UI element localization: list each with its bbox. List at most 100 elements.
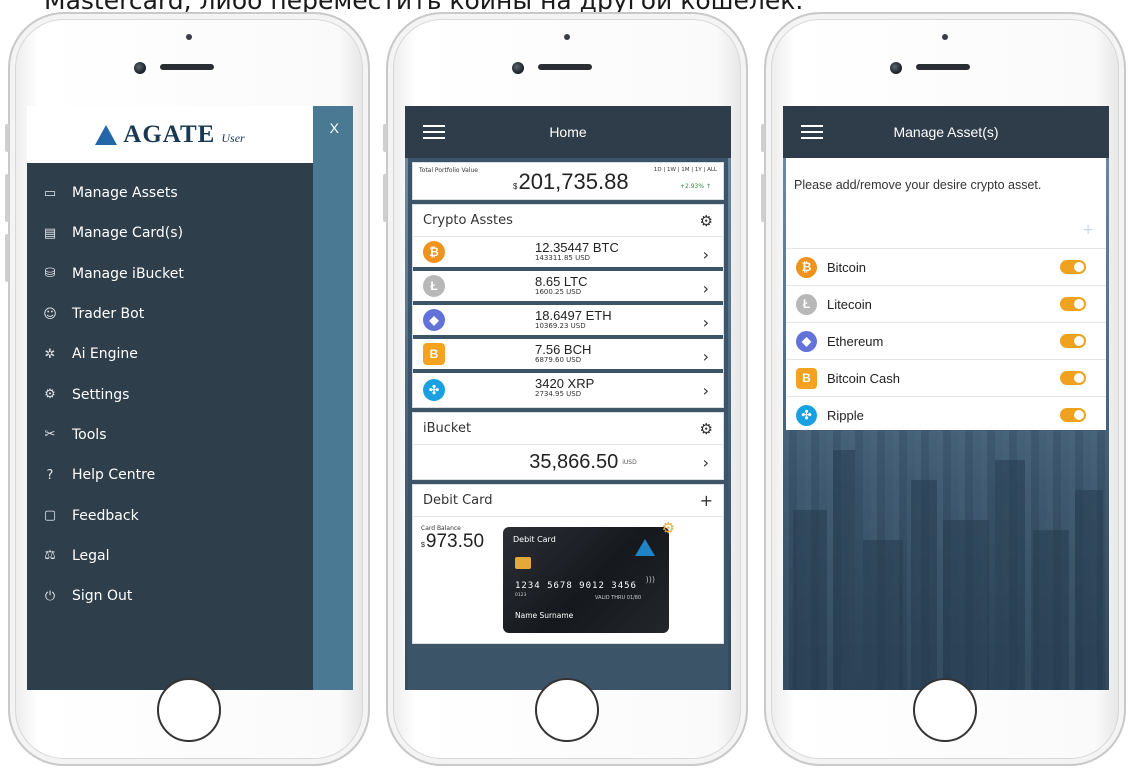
home-header: Home — [405, 106, 731, 158]
menu-item[interactable]: ▤ Manage Card(s) — [27, 213, 313, 253]
manage-asset-row: ✣ Ripple — [786, 396, 1106, 433]
menu-item-label: Sign Out — [72, 588, 133, 605]
asset-amount: 3420 XRP — [535, 376, 595, 391]
add-card-button[interactable]: + — [700, 491, 713, 510]
crypto-assets-header: Crypto Asstes ⚙ — [413, 205, 723, 237]
asset-usd-value: 2734.95 USD — [535, 390, 582, 398]
menu-item-label: Help Centre — [72, 467, 156, 484]
menu-item[interactable]: ✂ Tools — [27, 415, 313, 455]
debit-card-image[interactable]: Debit Card ⚙ ))) 1234 5678 9012 3456 012… — [503, 519, 675, 633]
asset-row[interactable]: B 7.56 BCH 6879.60 USD › — [413, 339, 723, 373]
page-title: Home — [549, 124, 587, 140]
section-title: iBucket — [423, 421, 472, 436]
wallet-icon: ▭ — [43, 185, 57, 201]
volume-up-button — [5, 174, 9, 222]
card-settings-gear-icon[interactable]: ⚙ — [662, 519, 675, 537]
power-icon: ⏻ — [44, 588, 56, 604]
asset-text: 3420 XRP 2734.95 USD — [535, 377, 594, 399]
home-button[interactable] — [535, 678, 599, 742]
scales-icon: ⚖ — [44, 548, 56, 564]
asset-name: Litecoin — [827, 296, 872, 312]
manage-asset-list: ₿ Bitcoin Ł Litecoin ◆ Ethereum B Bitcoin Cash ✣… — [786, 248, 1106, 433]
asset-toggle[interactable] — [1060, 334, 1086, 348]
network-icon: ✲ — [44, 346, 56, 362]
asset-amount: 8.65 LTC — [535, 274, 588, 289]
close-drawer-button[interactable]: X — [330, 120, 339, 136]
page-title: Manage Asset(s) — [893, 124, 999, 140]
asset-row[interactable]: ◆ 18.6497 ETH 10369.23 USD › — [413, 305, 723, 339]
manage-header: Manage Asset(s) — [783, 106, 1109, 158]
asset-text: 18.6497 ETH 10369.23 USD — [535, 309, 612, 331]
card-number: 1234 5678 9012 3456 — [515, 581, 637, 591]
asset-text: 7.56 BCH 6879.60 USD — [535, 343, 591, 365]
add-asset-button[interactable]: + — [1082, 222, 1094, 238]
menu-item[interactable]: ? Help Centre — [27, 455, 313, 495]
menu-item[interactable]: ☺ Trader Bot — [27, 294, 313, 334]
menu-item[interactable]: ⛁ Manage iBucket — [27, 254, 313, 294]
asset-amount: 12.35447 BTC — [535, 240, 619, 255]
chevron-right-icon[interactable]: › — [703, 279, 709, 298]
gear-icon[interactable]: ⚙ — [700, 212, 713, 230]
asset-row[interactable]: ✣ 3420 XRP 2734.95 USD › — [413, 373, 723, 407]
agate-logo: AGATE User — [27, 106, 313, 163]
debit-card-body: Card Balance $973.50 Debit Card ⚙ ))) 12… — [413, 517, 723, 643]
chevron-right-icon[interactable]: › — [703, 245, 709, 264]
contactless-icon: ))) — [645, 575, 655, 584]
menu-screen: X AGATE User ▭ Manage Assets ▤ Manage Card(… — [27, 106, 353, 690]
asset-row[interactable]: ₿ 12.35447 BTC 143311.85 USD › — [413, 237, 723, 271]
menu-item[interactable]: ▢ Feedback — [27, 495, 313, 535]
card-balance-value: $973.50 — [421, 531, 484, 553]
asset-text: 8.65 LTC 1600.25 USD — [535, 275, 588, 297]
chat-icon: ▢ — [43, 508, 57, 524]
chevron-right-icon[interactable]: › — [703, 381, 709, 400]
portfolio-currency: $ — [513, 182, 518, 191]
chevron-right-icon[interactable]: › — [703, 313, 709, 332]
home-button[interactable] — [157, 678, 221, 742]
menu-item-label: Manage Assets — [72, 185, 178, 202]
proximity-sensor — [186, 34, 192, 40]
asset-toggle[interactable] — [1060, 408, 1086, 422]
hamburger-menu-icon[interactable] — [801, 121, 823, 143]
volume-up-button — [761, 174, 765, 222]
menu-item-label: Manage iBucket — [72, 265, 184, 282]
front-camera — [512, 62, 524, 74]
coin-icon: ₿ — [423, 241, 445, 263]
menu-item-label: Feedback — [72, 507, 139, 524]
asset-name: Ripple — [827, 407, 864, 423]
hamburger-menu-icon[interactable] — [423, 121, 445, 143]
ibucket-row[interactable]: 35,866.50 iUSD › — [413, 445, 723, 479]
menu-item[interactable]: ✲ Ai Engine — [27, 334, 313, 374]
logo-subtitle: User — [221, 131, 245, 145]
time-range-selector[interactable]: 1D | 1W | 1M | 1Y | ALL — [654, 167, 717, 173]
earpiece-speaker — [160, 64, 214, 70]
chevron-right-icon[interactable]: › — [703, 453, 709, 472]
home-button[interactable] — [913, 678, 977, 742]
menu-item[interactable]: ⚖ Legal — [27, 536, 313, 576]
asset-toggle[interactable] — [1060, 371, 1086, 385]
portfolio-amount: 201,735.88 — [518, 169, 629, 194]
menu-item[interactable]: ⏻ Sign Out — [27, 576, 313, 616]
asset-toggle[interactable] — [1060, 260, 1086, 274]
manage-asset-row: B Bitcoin Cash — [786, 359, 1106, 396]
menu-item[interactable]: ⚙ Settings — [27, 374, 313, 414]
coin-icon: ✣ — [796, 404, 817, 426]
gear-icon[interactable]: ⚙ — [700, 420, 713, 438]
card-holder-name: Name Surname — [515, 611, 574, 620]
front-camera — [890, 62, 902, 74]
menu-item[interactable]: ▭ Manage Assets — [27, 173, 313, 213]
asset-list: ₿ 12.35447 BTC 143311.85 USD › Ł 8.65 LTC 1600… — [413, 237, 723, 407]
volume-up-button — [383, 174, 387, 222]
card-title: Debit Card — [513, 535, 556, 544]
asset-row[interactable]: Ł 8.65 LTC 1600.25 USD › — [413, 271, 723, 305]
proximity-sensor — [564, 34, 570, 40]
chevron-right-icon[interactable]: › — [703, 347, 709, 366]
phone-frame-manage: Manage Asset(s) Please add/remove your d… — [761, 12, 1126, 766]
asset-toggle[interactable] — [1060, 297, 1086, 311]
card-icon: ▤ — [43, 225, 57, 241]
menu-item-label: Ai Engine — [72, 346, 138, 363]
asset-usd-value: 10369.23 USD — [535, 322, 586, 330]
phone-frame-menu: X AGATE User ▭ Manage Assets ▤ Manage Card(… — [5, 12, 370, 766]
home-screen: Home Total Portfolio Value $201,735.88 1… — [405, 106, 731, 690]
ibucket-currency: iUSD — [622, 458, 637, 466]
bucket-icon: ⛁ — [44, 266, 56, 282]
